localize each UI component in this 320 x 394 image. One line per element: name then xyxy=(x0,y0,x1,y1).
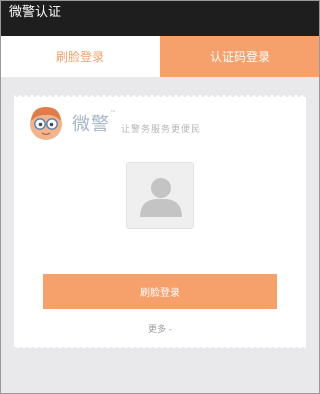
avatar xyxy=(126,162,194,229)
tab-face-login[interactable]: 刷脸登录 xyxy=(0,36,160,77)
tab-code-login-label: 认证码登录 xyxy=(209,50,270,64)
trademark-mark: ™ xyxy=(110,110,117,117)
brand: 微警™ xyxy=(26,103,117,143)
brand-name: 微警™ xyxy=(72,110,117,135)
title-bar: 微警认证 xyxy=(0,0,320,36)
login-tabs: 刷脸登录 认证码登录 xyxy=(0,36,320,77)
card-bottom-edge xyxy=(14,345,306,349)
login-card: 微警™ 让警务服务更便民 刷脸登录 更多 - xyxy=(14,95,306,349)
tab-code-login[interactable]: 认证码登录 xyxy=(160,36,320,77)
tab-face-login-label: 刷脸登录 xyxy=(55,50,104,64)
user-placeholder-icon xyxy=(140,178,182,217)
window-title: 微警认证 xyxy=(9,5,62,20)
card-top-edge xyxy=(14,95,306,99)
police-mascot-icon xyxy=(30,107,62,140)
slogan: 让警务服务更便民 xyxy=(121,125,202,135)
more-options-link[interactable]: 更多 - xyxy=(14,322,306,335)
face-login-button-label: 刷脸登录 xyxy=(140,288,180,299)
face-login-button[interactable]: 刷脸登录 xyxy=(43,274,277,309)
